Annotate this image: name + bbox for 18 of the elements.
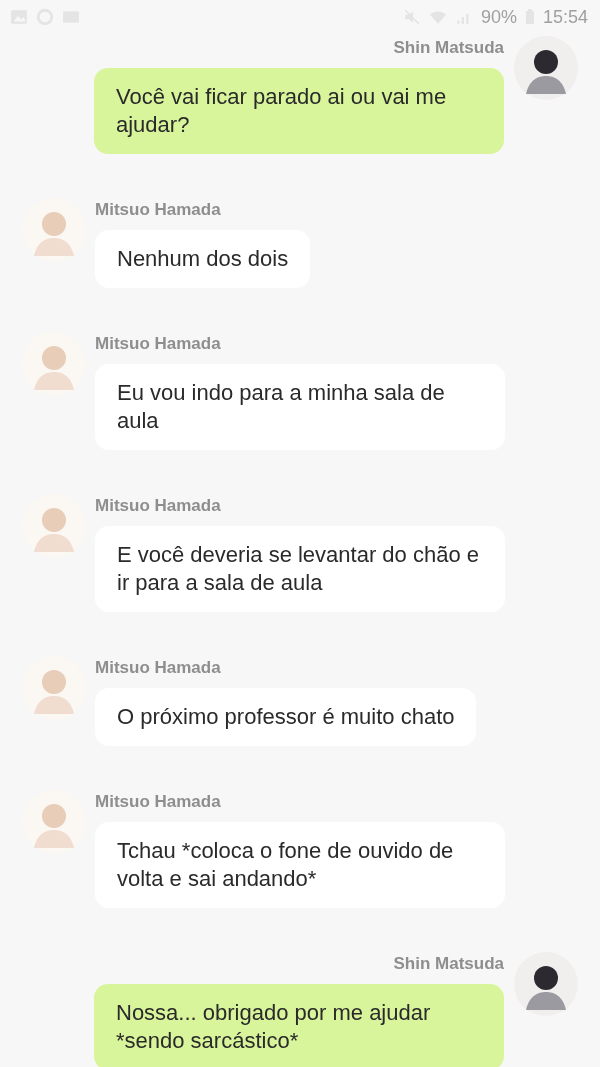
- message-bubble: Tchau *coloca o fone de ouvido de volta e sai andando*: [95, 822, 505, 908]
- message-bubble: Você vai ficar parado ai ou vai me ajudar?: [94, 68, 504, 154]
- message-bubble: E você deveria se levantar do chão e ir para a sala de aula: [95, 526, 505, 612]
- message-bubble: Eu vou indo para a minha sala de aula: [95, 364, 505, 450]
- clock: 15:54: [542, 6, 588, 28]
- sender-name: Mitsuo Hamada: [95, 658, 221, 678]
- avatar-icon[interactable]: [514, 36, 578, 100]
- battery-percentage: 90%: [480, 6, 517, 28]
- message-bubble: Nossa... obrigado por me ajudar *sendo sarcástico*: [94, 984, 504, 1067]
- sender-name: Mitsuo Hamada: [95, 792, 221, 812]
- sender-name: Mitsuo Hamada: [95, 496, 221, 516]
- sender-name: Shin Matsuda: [393, 954, 504, 974]
- sender-name: Mitsuo Hamada: [95, 200, 221, 220]
- avatar-icon[interactable]: [514, 952, 578, 1016]
- message-bubble: O próximo professor é muito chato: [95, 688, 477, 746]
- sender-name: Shin Matsuda: [393, 38, 504, 58]
- sender-name: Mitsuo Hamada: [95, 334, 221, 354]
- message-bubble: Nenhum dos dois: [95, 230, 311, 288]
